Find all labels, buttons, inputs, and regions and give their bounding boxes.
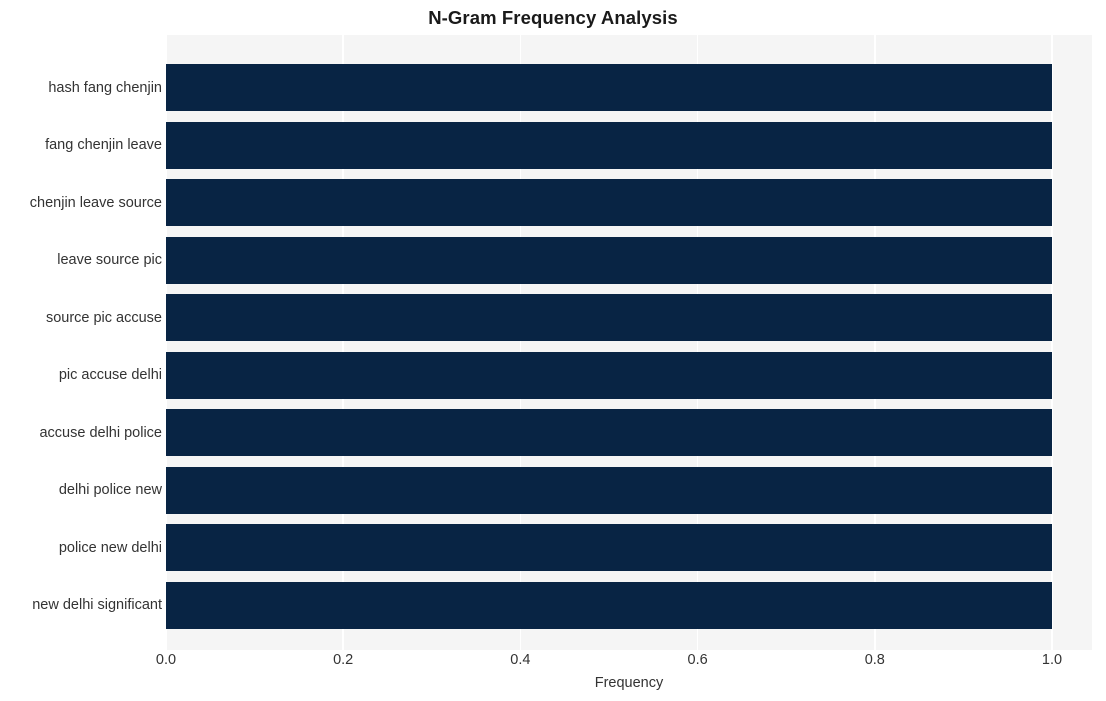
x-axis-tick-labels: 0.0 0.2 0.4 0.6 0.8 1.0 <box>0 652 1106 676</box>
bar <box>166 409 1052 456</box>
x-axis-tick-label: 0.2 <box>333 652 354 668</box>
y-axis-tick-labels: hash fang chenjin fang chenjin leave chenj… <box>0 35 162 650</box>
x-axis-tick-label: 0.8 <box>864 652 885 668</box>
bar <box>166 64 1052 111</box>
y-axis-tick-label: delhi police new <box>58 482 162 498</box>
y-axis-tick-label: fang chenjin leave <box>45 137 162 153</box>
bar <box>166 236 1052 284</box>
y-axis-tick-label: new delhi significant <box>32 597 162 613</box>
bar <box>166 179 1052 226</box>
x-axis-tick-label: 1.0 <box>1041 652 1063 668</box>
x-axis-tick-label: 0.0 <box>155 652 177 668</box>
y-axis-tick-label: pic accuse delhi <box>58 367 162 383</box>
y-axis-tick-label: police new delhi <box>58 539 162 556</box>
y-axis-tick-label: hash fang chenjin <box>48 79 162 96</box>
y-axis-tick-label: chenjin leave source <box>29 194 162 211</box>
bar-series <box>166 35 1092 650</box>
chart-figure: N-Gram Frequency Analysis hash fang chen… <box>0 0 1106 701</box>
bar <box>166 524 1052 571</box>
x-axis-tick-label: 0.4 <box>510 652 531 668</box>
bar <box>166 466 1052 514</box>
bar <box>166 121 1052 169</box>
y-axis-tick-label: source pic accuse <box>45 309 162 326</box>
y-axis-tick-label: accuse delhi police <box>39 424 162 441</box>
y-axis-tick-label: leave source pic <box>57 252 162 268</box>
x-axis-tick-label: 0.6 <box>687 652 708 668</box>
bar <box>166 351 1052 399</box>
plot-area <box>166 35 1092 650</box>
x-axis-title: Frequency <box>594 675 664 691</box>
bar <box>166 294 1052 341</box>
bar <box>166 581 1052 629</box>
chart-title: N-Gram Frequency Analysis <box>428 7 678 28</box>
